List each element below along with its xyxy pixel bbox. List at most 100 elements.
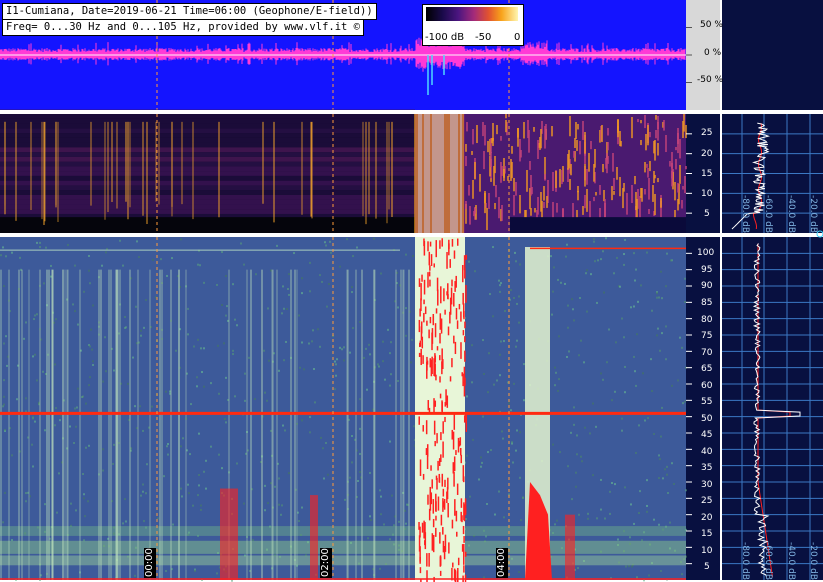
spec2-noise	[102, 448, 104, 451]
spec2-noise	[389, 538, 391, 541]
spec2-noise	[684, 400, 686, 403]
spec1-texture	[505, 114, 507, 119]
spec2-noise	[510, 409, 512, 412]
spec2-noise	[343, 359, 345, 362]
spec2-noise	[36, 379, 38, 382]
spec2-noise	[616, 256, 618, 259]
spec2-noise	[140, 329, 142, 332]
spec2-burst-red	[429, 279, 431, 287]
spec1-texture	[488, 193, 490, 209]
spec2-burst-red	[460, 454, 463, 464]
spec2-noise	[50, 264, 52, 267]
spec2-noise	[167, 443, 169, 446]
spec2-noise	[55, 407, 57, 410]
spec2-noise	[232, 349, 234, 352]
spec2-burst-red	[433, 398, 435, 415]
spec2-noise	[313, 368, 315, 371]
spec2-burst-red	[442, 527, 444, 535]
spec2-burst-red	[436, 433, 438, 444]
spec2-burst-red	[465, 414, 468, 432]
spec1-texture	[675, 159, 677, 170]
spec2-noise	[54, 424, 56, 427]
spec2-burst-red	[418, 278, 421, 287]
spec2-noise	[309, 416, 311, 419]
spec2-burst-red	[439, 313, 442, 330]
spec2-burst-red	[453, 456, 456, 472]
spec1-texture	[574, 138, 576, 148]
spec1-band	[0, 199, 415, 205]
spec2-noise	[629, 536, 631, 539]
spec2-noise	[352, 327, 354, 330]
spec1-texture	[605, 158, 607, 169]
spec1-texture	[528, 130, 530, 153]
spec1-band	[0, 185, 415, 191]
spec2-noise	[132, 356, 134, 359]
spec2-burst-red	[447, 283, 449, 299]
spec2-noise	[244, 372, 246, 375]
spec1-texture	[653, 171, 655, 184]
spec2-burst-red	[427, 241, 429, 252]
spec1-texture	[601, 125, 603, 143]
spec2-noise	[283, 307, 285, 310]
spec2-noise	[105, 251, 107, 254]
spec2-noise	[44, 503, 46, 506]
spec2-noise	[203, 281, 205, 284]
spec2-noise	[650, 358, 652, 361]
spec2-noise	[210, 382, 212, 385]
spec1-texture	[543, 186, 545, 201]
spec1-texture	[649, 161, 651, 172]
spec2-noise	[489, 293, 491, 296]
spec2-noise	[567, 304, 569, 307]
spec2-noise	[216, 283, 218, 286]
spec2-noise	[646, 251, 648, 254]
spec1-texture	[626, 193, 628, 215]
spec2-noise	[125, 326, 127, 329]
spec2-burst-red	[448, 542, 450, 554]
spec2-burst-red	[440, 318, 443, 334]
spec2-noise	[83, 493, 85, 496]
spec2-noise	[3, 403, 5, 406]
spec1-texture	[500, 162, 502, 183]
spec2-noise	[351, 286, 353, 289]
spec2-noise	[508, 402, 510, 405]
spec2-noise	[171, 257, 173, 260]
spec2-noise	[471, 344, 473, 347]
spec2-noise	[225, 314, 227, 317]
spec1-band	[0, 194, 415, 200]
spec2-noise	[564, 282, 566, 285]
spec1-texture	[579, 141, 581, 155]
spec1-texture	[648, 209, 650, 215]
spec2-noise	[189, 453, 191, 456]
spec2-noise	[555, 371, 557, 374]
spec2-noise	[665, 358, 667, 361]
spec2-noise	[145, 298, 147, 301]
spec2-noise	[142, 483, 144, 486]
spec2-noise	[487, 391, 489, 394]
spec2-burst-red	[446, 491, 448, 504]
spec2-noise	[606, 361, 608, 364]
spec2-ytick: 25	[701, 496, 713, 506]
spec2-noise	[389, 384, 391, 387]
spec2-burst-red	[429, 316, 432, 324]
spec2-noise	[166, 445, 168, 448]
spec2-burst-red	[435, 527, 437, 537]
spec1-texture	[681, 200, 683, 209]
spec2-noise	[648, 574, 650, 577]
spec2-burst-red	[447, 326, 450, 336]
spec2-noise	[105, 370, 107, 373]
spec2-burst-red	[420, 349, 422, 366]
spec2-burst-red	[464, 267, 466, 279]
spec1-texture	[490, 152, 492, 168]
spec2-burst-red	[419, 567, 422, 574]
spec2-noise	[299, 366, 301, 369]
spec2-burst-red	[434, 440, 436, 447]
spec2-noise	[203, 347, 205, 350]
spec2-noise	[619, 285, 621, 288]
spec2-noise	[373, 237, 375, 240]
spec2-noise	[498, 490, 500, 493]
spec2-noise	[166, 274, 168, 277]
spec2-noise	[581, 460, 583, 463]
spec2-noise	[221, 304, 223, 307]
spec2-noise	[225, 421, 227, 424]
spec1-texture	[612, 153, 614, 172]
